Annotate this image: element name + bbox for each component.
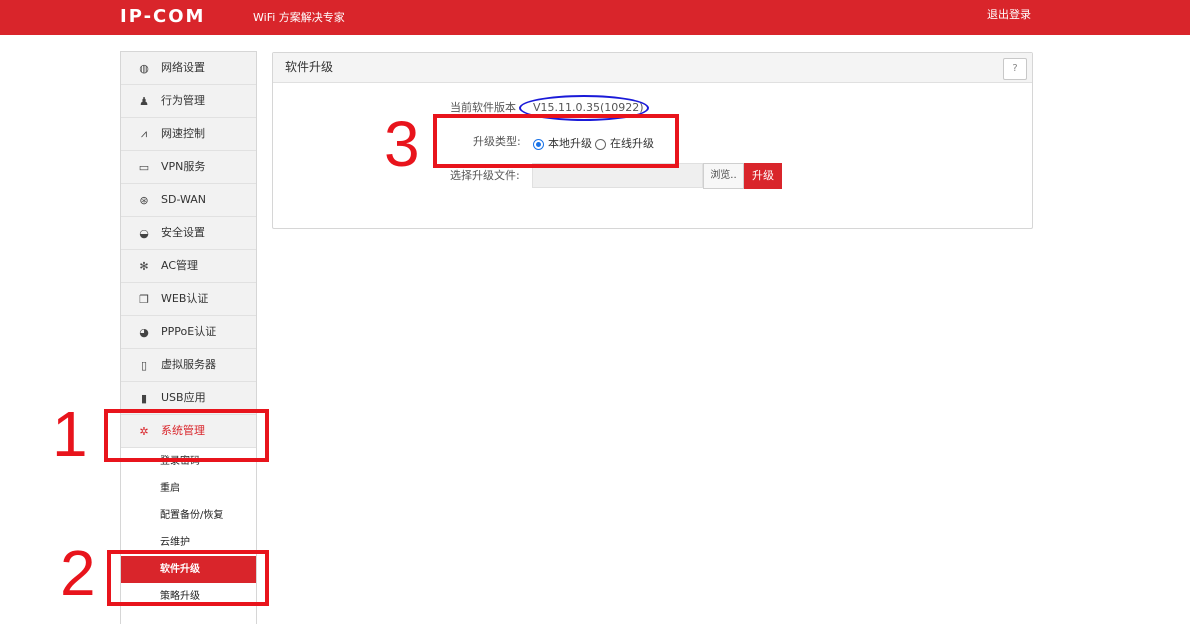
help-button[interactable]: ? [1003,58,1027,80]
annotation-box-2 [107,550,269,606]
speed-chart-icon: ⩘ [140,127,148,140]
logout-link[interactable]: 退出登录 [987,8,1031,22]
sidebar-item-label: SD-WAN [161,193,207,206]
sidebar: ◍ 网络设置 ♟ 行为管理 ⩘ 网速控制 ▭ VPN服务 ⊛ SD-WAN ◒ … [120,51,257,624]
sidebar-item-network[interactable]: ◍ 网络设置 [121,52,256,85]
top-bar: IP-COM WiFi 方案解决专家 退出登录 [0,0,1190,35]
sidebar-item-behavior[interactable]: ♟ 行为管理 [121,85,256,118]
sidebar-item-security[interactable]: ◒ 安全设置 [121,217,256,250]
sidebar-item-sdwan[interactable]: ⊛ SD-WAN [121,184,256,217]
panel-header: 软件升级 ? [273,53,1032,83]
annotation-number-3: 3 [384,108,420,180]
file-label: 选择升级文件: [450,169,520,182]
sidebar-item-label: 安全设置 [161,226,205,239]
sidebar-item-ac[interactable]: ✻ AC管理 [121,250,256,283]
sidebar-item-label: USB应用 [161,391,206,404]
brand-slogan: WiFi 方案解决专家 [253,11,345,24]
sidebar-item-label: 虚拟服务器 [161,358,216,371]
submenu-item-label: 重启 [160,483,180,494]
network-icon: ⊛ [139,193,149,207]
version-label: 当前软件版本 [450,101,516,114]
page-title: 软件升级 [285,60,334,74]
sidebar-item-pppoe[interactable]: ◕ PPPoE认证 [121,316,256,349]
upgrade-button[interactable]: 升级 [744,163,782,189]
monitor-icon: ▭ [138,160,150,174]
sidebar-item-label: AC管理 [161,259,199,272]
submenu-item-label: 配置备份/恢复 [160,510,224,521]
sidebar-item-label: WEB认证 [161,292,209,305]
submenu-item-reboot[interactable]: 重启 [121,475,256,502]
submenu-item-backup-restore[interactable]: 配置备份/恢复 [121,502,256,529]
sidebar-item-label: 网速控制 [161,127,205,140]
web-auth-icon: ❐ [139,292,149,306]
browse-button[interactable]: 浏览.. [703,163,744,189]
sidebar-item-label: 网络设置 [161,61,205,74]
user-icon: ♟ [139,94,149,108]
annotation-box-3 [433,114,679,168]
submenu-item-label: 云维护 [160,537,190,548]
annotation-box-1 [104,409,269,462]
sidebar-item-web-auth[interactable]: ❐ WEB认证 [121,283,256,316]
server-icon: ▯ [140,358,148,372]
pppoe-icon: ◕ [139,325,149,339]
annotation-number-1: 1 [52,398,88,470]
sidebar-item-label: PPPoE认证 [161,325,217,338]
brand-logo: IP-COM [120,6,206,27]
sidebar-item-label: VPN服务 [161,160,206,173]
gear-icon: ✻ [139,259,149,273]
sidebar-item-virtual-server[interactable]: ▯ 虚拟服务器 [121,349,256,382]
sidebar-item-vpn[interactable]: ▭ VPN服务 [121,151,256,184]
globe-icon: ◍ [139,61,149,75]
shield-icon: ◒ [139,226,149,240]
sidebar-item-speed[interactable]: ⩘ 网速控制 [121,118,256,151]
sidebar-item-label: 行为管理 [161,94,205,107]
annotation-number-2: 2 [60,537,96,609]
usb-icon: ▮ [140,391,148,405]
